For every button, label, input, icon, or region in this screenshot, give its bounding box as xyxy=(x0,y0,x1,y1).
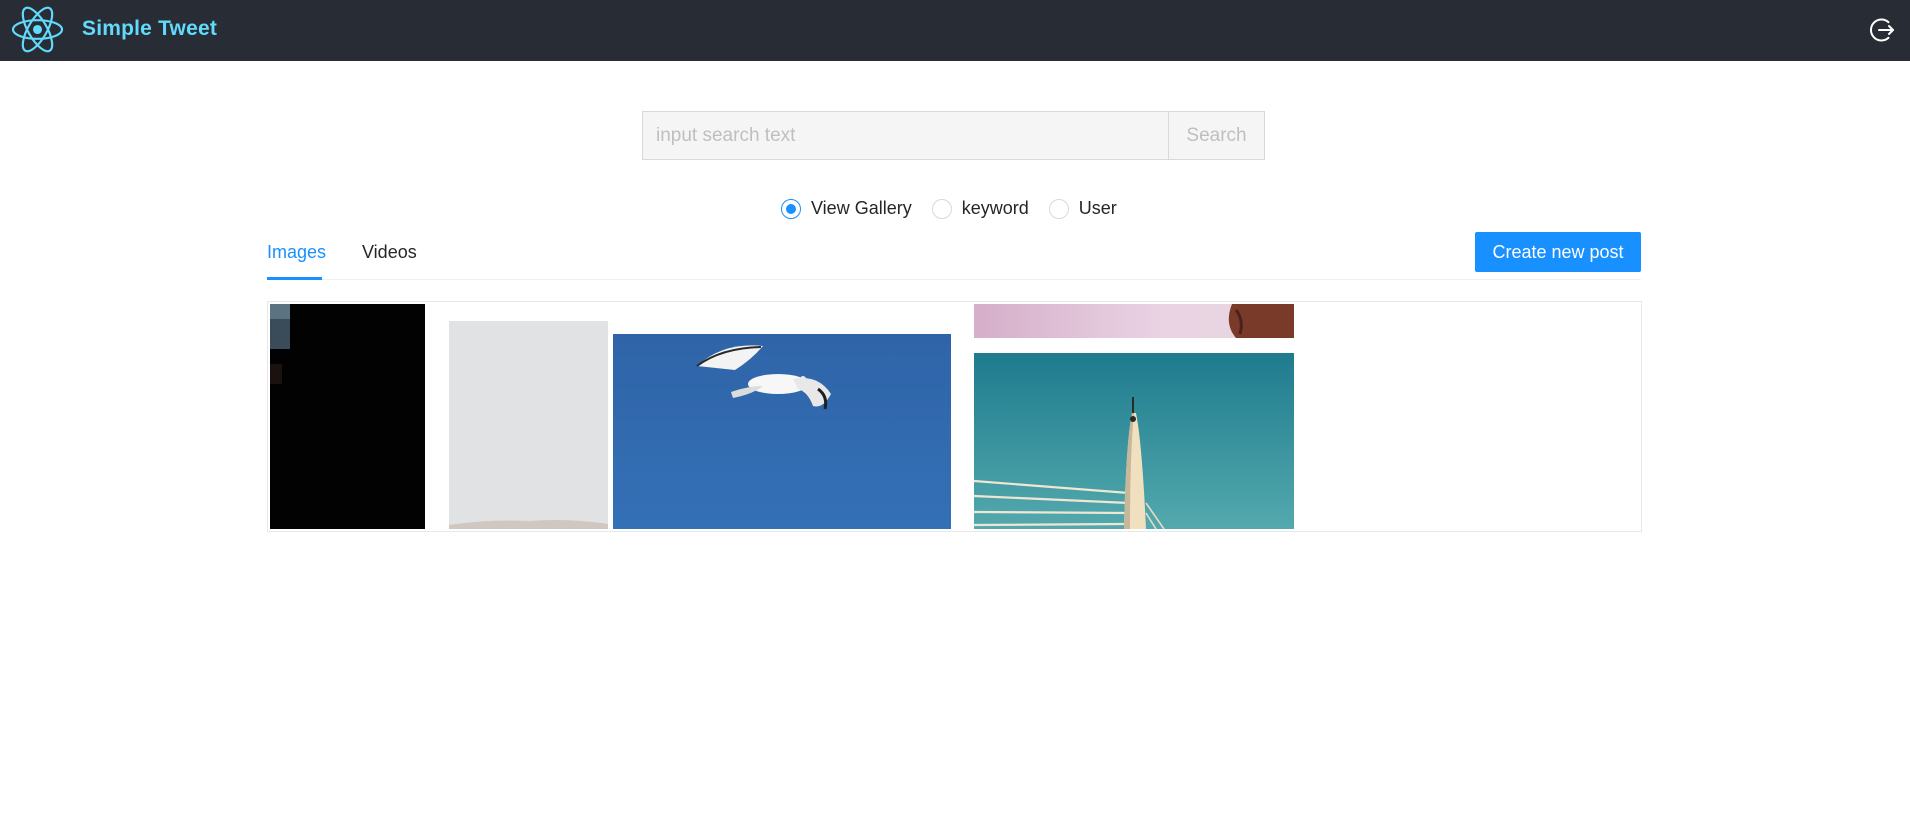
radio-unchecked-icon xyxy=(1048,198,1069,219)
gallery-image[interactable] xyxy=(974,304,1294,338)
radio-checked-icon xyxy=(781,198,801,219)
search-button[interactable]: Search xyxy=(1168,111,1265,160)
tab-images[interactable]: Images xyxy=(267,242,326,263)
logout-icon[interactable] xyxy=(1868,16,1896,44)
create-post-button[interactable]: Create new post xyxy=(1475,232,1641,272)
media-tabs: Images Videos Create new post xyxy=(267,232,1641,280)
radio-label: User xyxy=(1078,198,1117,218)
search-input[interactable] xyxy=(642,111,1168,160)
react-atom-icon xyxy=(11,6,64,53)
photo-bridge-pylon xyxy=(974,353,1294,529)
radio-keyword[interactable]: keyword xyxy=(931,198,1029,219)
gallery-image[interactable] xyxy=(270,304,425,529)
tab-videos[interactable]: Videos xyxy=(362,242,417,263)
photo-seagull xyxy=(613,334,951,529)
search-bar: Search xyxy=(642,111,1265,160)
app-title: Simple Tweet xyxy=(82,17,218,40)
radio-label: View Gallery xyxy=(811,198,912,218)
gallery-image[interactable] xyxy=(449,321,608,529)
radio-unchecked-icon xyxy=(931,198,952,219)
photo-dark xyxy=(270,304,425,529)
image-gallery xyxy=(267,301,1642,532)
radio-view-gallery[interactable]: View Gallery xyxy=(781,198,912,219)
photo-pink xyxy=(974,304,1294,338)
radio-label: keyword xyxy=(961,198,1029,218)
active-tab-indicator xyxy=(267,277,322,280)
gallery-image[interactable] xyxy=(613,334,951,529)
radio-user[interactable]: User xyxy=(1048,198,1117,219)
gallery-image[interactable] xyxy=(974,353,1294,529)
app-header: Simple Tweet xyxy=(0,0,1910,61)
search-type-radio-group: View Gallery keyword User xyxy=(781,198,1137,219)
photo-grey-sky xyxy=(449,321,608,529)
